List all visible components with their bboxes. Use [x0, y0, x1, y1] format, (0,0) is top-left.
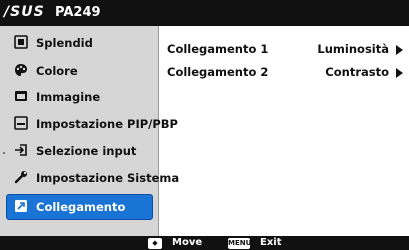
- sidebar-item-label: Impostazione PIP/PBP: [36, 117, 178, 131]
- model-name: PA249: [55, 5, 101, 20]
- move-hint-label: Move: [172, 237, 203, 248]
- sidebar-item-collegamento[interactable]: Collegamento: [6, 194, 153, 220]
- divider-dot: [3, 152, 5, 154]
- move-key-icon: ◆: [148, 238, 162, 249]
- arrow-right-icon: [396, 45, 403, 55]
- palette-icon: [14, 63, 28, 77]
- menu-key-icon: MENU: [228, 238, 252, 249]
- sidebar-item-impostazione-sistema[interactable]: Impostazione Sistema: [8, 167, 179, 189]
- pip-icon: [14, 116, 28, 130]
- title-bar: /SUS PA249: [0, 0, 409, 26]
- row-value: Luminosità: [317, 42, 389, 56]
- sidebar-item-selezione-input[interactable]: Selezione input: [8, 140, 158, 162]
- sidebar-item-label: Colore: [36, 64, 78, 78]
- exit-hint-label: Exit: [260, 237, 282, 248]
- row-value: Contrasto: [325, 65, 389, 79]
- arrow-right-icon: [396, 68, 403, 78]
- shortcut-row-2[interactable]: Collegamento 2 Contrasto: [167, 61, 407, 81]
- sidebar-item-pip-pbp[interactable]: Impostazione PIP/PBP: [8, 113, 178, 135]
- asus-logo: /SUS: [4, 4, 45, 20]
- sidebar-item-splendid[interactable]: Splendid: [8, 32, 158, 54]
- input-icon: [14, 143, 28, 157]
- sidebar-item-label: Immagine: [36, 90, 101, 104]
- row-name: Collegamento 2: [167, 65, 269, 79]
- sidebar-item-label: Collegamento: [36, 200, 126, 214]
- sidebar-item-immagine[interactable]: Immagine: [8, 86, 158, 108]
- sidebar-item-label: Selezione input: [36, 144, 137, 158]
- wrench-icon: [14, 170, 28, 184]
- hint-bar: ◆ Move MENU Exit: [0, 236, 409, 250]
- shortcut-row-1[interactable]: Collegamento 1 Luminosità: [167, 38, 407, 58]
- sidebar-item-label: Splendid: [36, 36, 93, 50]
- row-name: Collegamento 1: [167, 42, 269, 56]
- sidebar-item-label: Impostazione Sistema: [36, 171, 180, 185]
- sidebar-item-colore[interactable]: Colore: [8, 60, 158, 82]
- image-icon: [14, 89, 28, 103]
- sidebar: Splendid Colore Immagine Impostazione PI…: [0, 26, 179, 236]
- splendid-icon: [14, 35, 28, 49]
- shortcut-icon: [14, 199, 28, 213]
